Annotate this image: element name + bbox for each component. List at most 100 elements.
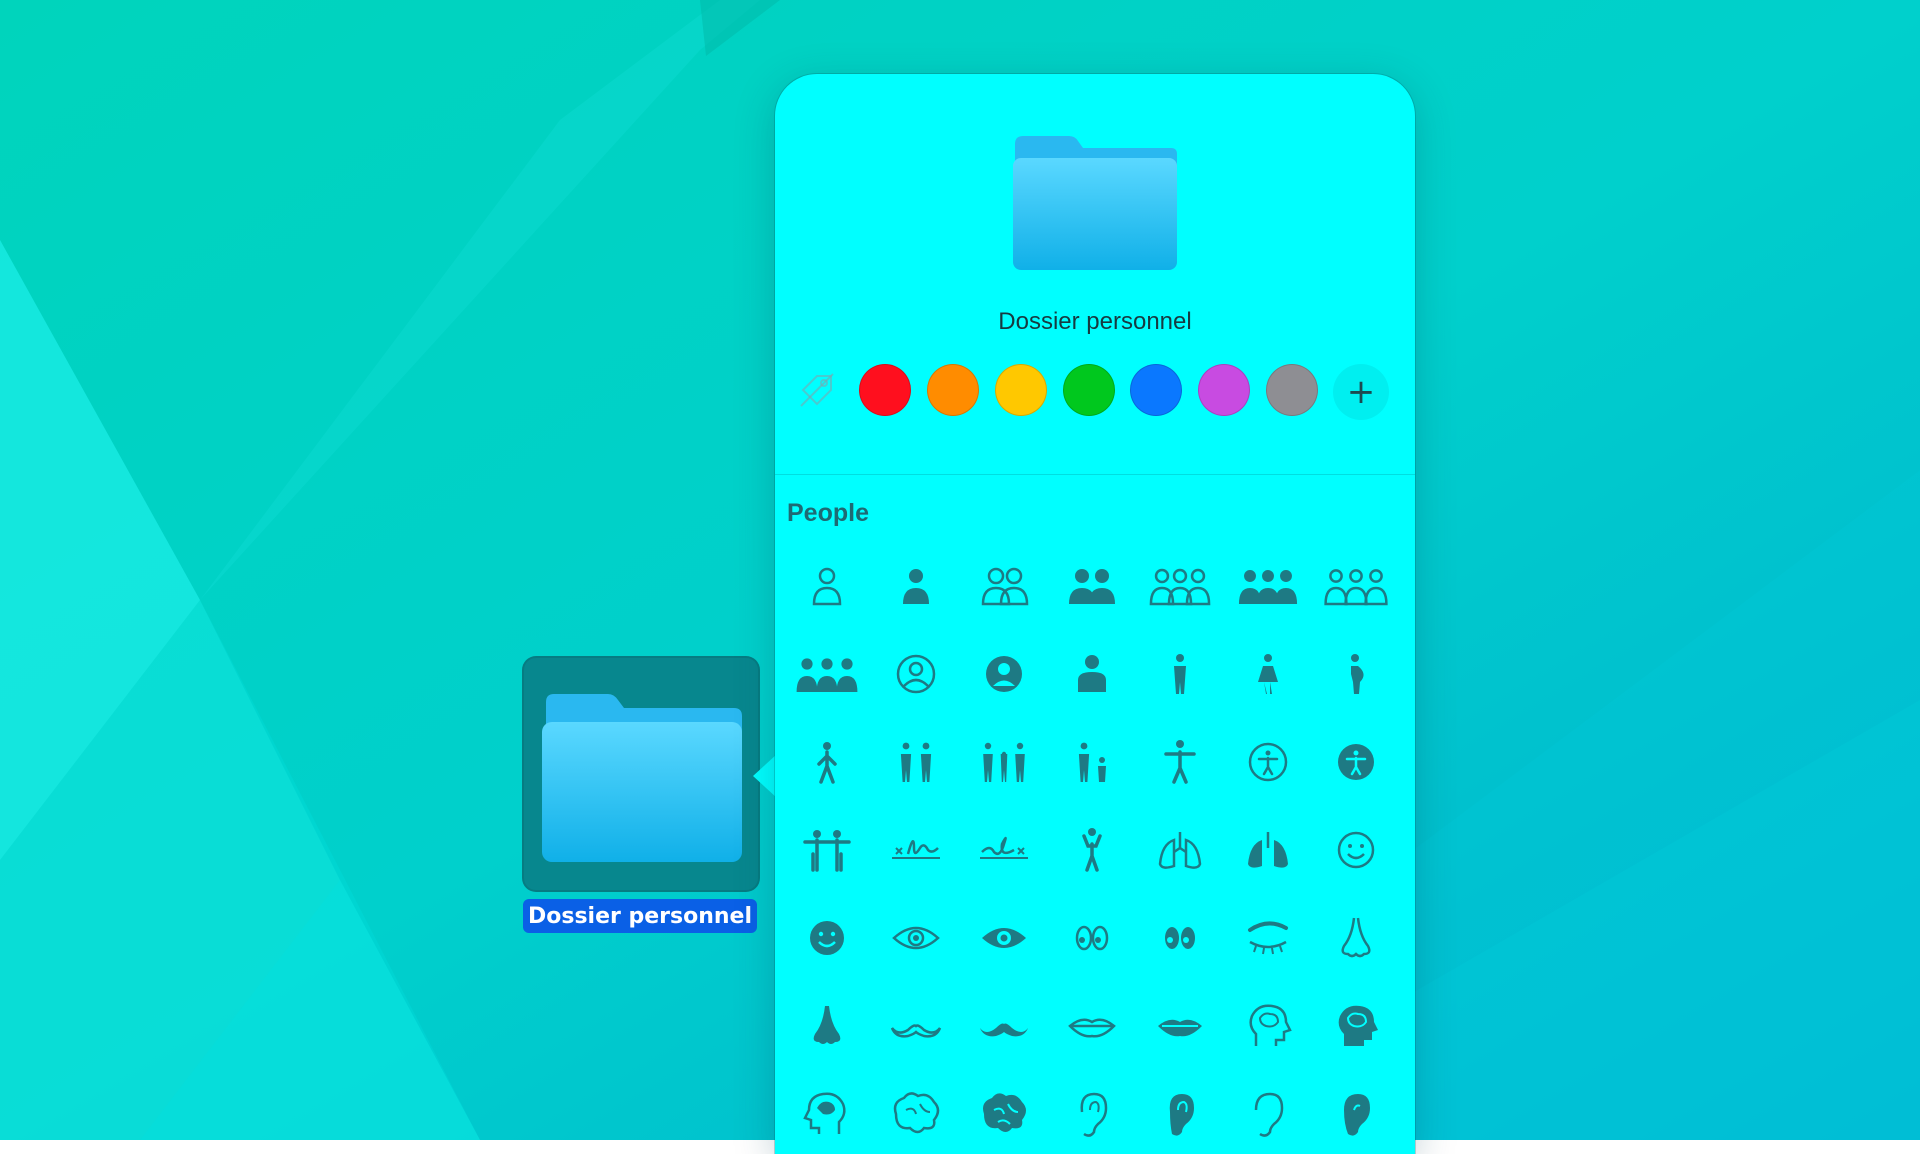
symbol-figure-and-child-button[interactable] (1052, 722, 1132, 802)
eyebrow-icon (1248, 921, 1288, 955)
person-3-sequence-fill-icon (796, 658, 858, 692)
color-gray-button[interactable] (1266, 364, 1318, 416)
symbol-figure-arms-open-button[interactable] (1140, 722, 1220, 802)
symbol-ear-button[interactable] (1052, 1074, 1132, 1154)
symbol-mouth-button[interactable] (1052, 986, 1132, 1066)
symbol-signature-button[interactable] (876, 810, 956, 890)
color-red-button[interactable] (859, 364, 911, 416)
lungs-icon (1158, 832, 1202, 869)
symbol-nose-fill-button[interactable] (787, 986, 867, 1066)
symbol-lungs-button[interactable] (1140, 810, 1220, 890)
brain-fill-icon (983, 1093, 1026, 1132)
face-smiling-icon (1337, 831, 1375, 869)
nose-icon (1341, 917, 1371, 958)
symbol-person-circle-fill-button[interactable] (964, 634, 1044, 714)
symbol-accessibility-button[interactable] (1228, 722, 1308, 802)
figure-stand-icon (1174, 654, 1186, 694)
symbol-figure-walk-button[interactable] (787, 722, 867, 802)
figure-walk-icon (817, 742, 837, 784)
symbol-nose-button[interactable] (1316, 898, 1396, 978)
eyes-icon (1075, 925, 1109, 951)
symbol-ear-2-button[interactable] (1228, 1074, 1308, 1154)
symbol-brain-button[interactable] (876, 1074, 956, 1154)
symbol-person-circle-button[interactable] (876, 634, 956, 714)
color-green-button[interactable] (1063, 364, 1115, 416)
ear-2-icon (1254, 1092, 1284, 1137)
signature-2-icon (980, 836, 1028, 859)
accessibility-fill-icon (1338, 744, 1374, 780)
symbol-eyes-inverse-button[interactable] (1140, 898, 1220, 978)
folder-customization-popover: Dossier personnel + People (775, 74, 1415, 1154)
figure-family-icon (983, 742, 1025, 782)
popover-arrow (753, 754, 777, 798)
symbol-figure-dress-button[interactable] (1228, 634, 1308, 714)
symbol-mustache-fill-button[interactable] (964, 986, 1044, 1066)
color-yellow-button[interactable] (995, 364, 1047, 416)
person-icon (812, 567, 842, 606)
add-color-button[interactable]: + (1333, 364, 1389, 420)
accessibility-icon (1248, 742, 1288, 782)
symbol-person-3-button[interactable] (1140, 546, 1220, 626)
symbol-person-2-fill-button[interactable] (1052, 546, 1132, 626)
symbol-brain-head-profile-button[interactable] (1228, 986, 1308, 1066)
symbol-figure-family-button[interactable] (964, 722, 1044, 802)
eye-fill-icon (982, 928, 1026, 948)
ear-fill-icon (1169, 1094, 1194, 1136)
no-tag-icon[interactable] (795, 368, 839, 412)
person-3-sequence-icon (1324, 569, 1388, 606)
symbol-eye-button[interactable] (876, 898, 956, 978)
symbol-person-fill-button[interactable] (876, 546, 956, 626)
divider (775, 474, 1415, 475)
symbol-eyebrow-button[interactable] (1228, 898, 1308, 978)
face-smiling-fill-icon (810, 921, 844, 955)
symbol-mouth-fill-button[interactable] (1140, 986, 1220, 1066)
symbol-ear-fill-button[interactable] (1140, 1074, 1220, 1154)
person-circle-fill-icon (986, 656, 1022, 692)
color-orange-button[interactable] (927, 364, 979, 416)
symbol-eye-fill-button[interactable] (964, 898, 1044, 978)
symbol-mustache-button[interactable] (876, 986, 956, 1066)
symbol-brain-fill-button[interactable] (964, 1074, 1044, 1154)
figure-and-child-icon (1078, 742, 1106, 782)
symbol-eyes-button[interactable] (1052, 898, 1132, 978)
figure-wave-icon (1082, 828, 1102, 872)
signature-icon (892, 840, 940, 859)
mustache-icon (890, 1024, 942, 1038)
color-picker-row: + (775, 364, 1415, 424)
brain-icon (893, 1092, 940, 1134)
symbol-face-smiling-fill-button[interactable] (787, 898, 867, 978)
figure-pregnant-icon (1351, 654, 1364, 694)
color-purple-button[interactable] (1198, 364, 1250, 416)
symbol-lungs-fill-button[interactable] (1228, 810, 1308, 890)
symbol-accessibility-fill-button[interactable] (1316, 722, 1396, 802)
symbol-signature-2-button[interactable] (964, 810, 1044, 890)
symbol-person-3-sequence-button[interactable] (1316, 546, 1396, 626)
nose-fill-icon (813, 1006, 841, 1044)
symbol-brain-head-profile-alt-button[interactable] (787, 1074, 867, 1154)
symbol-person-3-fill-button[interactable] (1228, 546, 1308, 626)
eyes-inverse-icon (1165, 927, 1195, 949)
color-blue-button[interactable] (1130, 364, 1182, 416)
person-circle-icon (896, 654, 936, 694)
symbol-person-bust-button[interactable] (1052, 634, 1132, 714)
symbol-figure-2-arms-open-button[interactable] (787, 810, 867, 890)
symbol-person-2-button[interactable] (964, 546, 1044, 626)
symbol-figure-wave-button[interactable] (1052, 810, 1132, 890)
symbol-person-3-sequence-fill-button[interactable] (787, 634, 867, 714)
symbol-figure-2-button[interactable] (876, 722, 956, 802)
symbol-figure-stand-button[interactable] (1140, 634, 1220, 714)
desktop-folder-item[interactable] (522, 656, 760, 892)
person-2-icon (981, 567, 1029, 606)
desktop-folder-label[interactable]: Dossier personnel (523, 899, 757, 933)
symbol-figure-pregnant-button[interactable] (1316, 634, 1396, 714)
person-2-fill-icon (1069, 569, 1115, 604)
symbol-brain-head-profile-fill-button[interactable] (1316, 986, 1396, 1066)
ear-icon (1080, 1092, 1108, 1137)
section-title-people: People (787, 499, 869, 527)
lungs-fill-icon (1248, 832, 1288, 868)
symbol-face-smiling-button[interactable] (1316, 810, 1396, 890)
symbol-ear-2-fill-button[interactable] (1316, 1074, 1396, 1154)
person-3-icon (1149, 568, 1211, 606)
figure-2-icon (900, 742, 932, 782)
symbol-person-button[interactable] (787, 546, 867, 626)
